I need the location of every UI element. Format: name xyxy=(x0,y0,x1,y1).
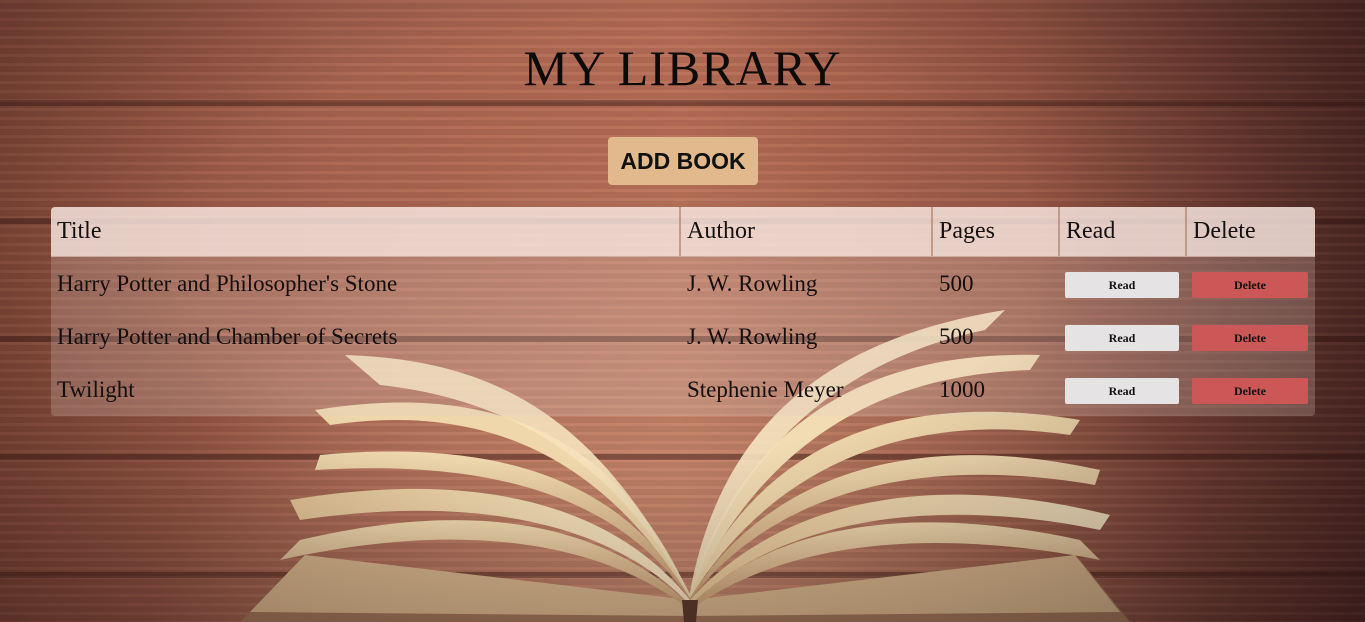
book-author-cell: Stephenie Meyer xyxy=(687,377,844,402)
book-author-cell: J. W. Rowling xyxy=(687,271,818,296)
book-pages-cell: 500 xyxy=(939,271,974,296)
add-book-button[interactable]: ADD BOOK xyxy=(608,137,758,185)
table-row: Harry Potter and Philosopher's Stone J. … xyxy=(51,259,1315,312)
delete-button[interactable]: Delete xyxy=(1192,325,1308,351)
read-button[interactable]: Read xyxy=(1065,325,1179,351)
book-pages-cell: 1000 xyxy=(939,377,985,402)
table-row: Harry Potter and Chamber of Secrets J. W… xyxy=(51,312,1315,365)
book-title-cell: Twilight xyxy=(57,377,135,402)
book-title-cell: Harry Potter and Philosopher's Stone xyxy=(57,271,398,296)
book-title-cell: Harry Potter and Chamber of Secrets xyxy=(57,324,398,349)
column-header-delete: Delete xyxy=(1193,218,1256,244)
table-row: Twilight Stephenie Meyer 1000 Read Delet… xyxy=(51,365,1315,416)
column-header-pages: Pages xyxy=(933,207,1060,256)
column-header-read: Read xyxy=(1060,207,1187,256)
column-header-author: Author xyxy=(681,207,933,256)
table-header: Title Author Pages Read Delete xyxy=(51,207,1315,257)
book-author-cell: J. W. Rowling xyxy=(687,324,818,349)
delete-button[interactable]: Delete xyxy=(1192,378,1308,404)
page-title: MY LIBRARY xyxy=(523,40,842,96)
book-pages-cell: 500 xyxy=(939,324,974,349)
read-button[interactable]: Read xyxy=(1065,378,1179,404)
column-header-title: Title xyxy=(51,207,681,256)
delete-button[interactable]: Delete xyxy=(1192,272,1308,298)
read-button[interactable]: Read xyxy=(1065,272,1179,298)
library-table: Title Author Pages Read Delete Harry Pot… xyxy=(51,207,1315,416)
